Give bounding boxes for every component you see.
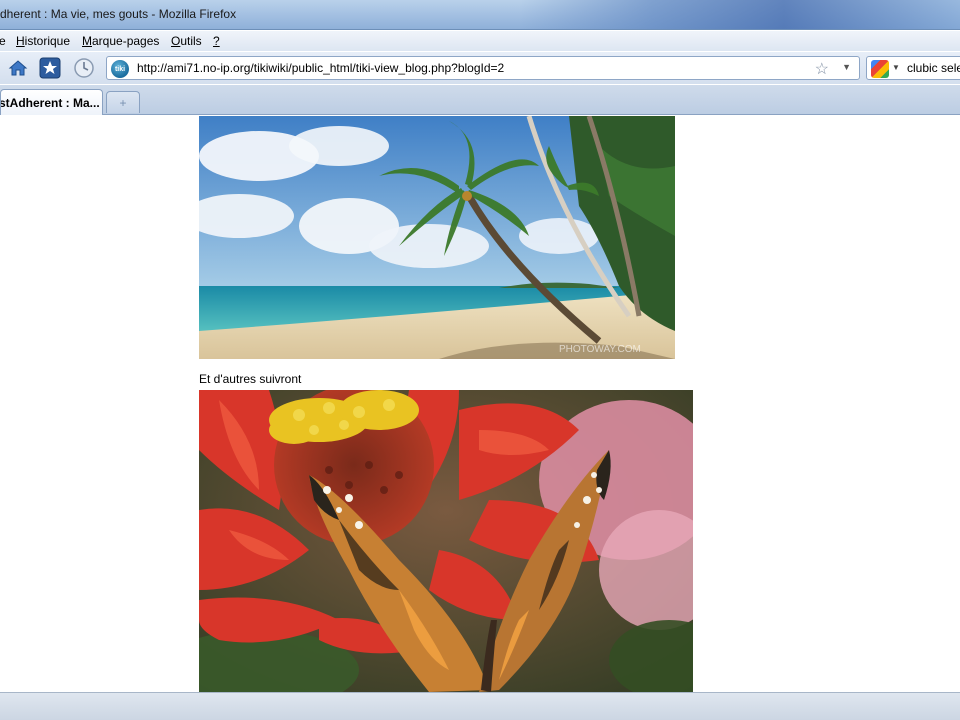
post-caption: Et d'autres suivront	[199, 372, 302, 386]
new-tab-plus-icon: +	[119, 95, 127, 110]
page-content: PHOTOWAY.COM Et d'autres suivront	[0, 116, 960, 692]
menu-item-tools[interactable]: Outils	[171, 34, 202, 48]
home-button[interactable]	[6, 56, 30, 80]
home-icon	[8, 60, 28, 76]
window-title: dherent : Ma vie, mes gouts - Mozilla Fi…	[0, 7, 237, 21]
address-url: http://ami71.no-ip.org/tikiwiki/public_h…	[137, 61, 505, 75]
history-button[interactable]	[72, 56, 96, 80]
tab-strip: stAdherent : Ma... +	[0, 85, 960, 115]
title-bar-glare	[520, 0, 960, 29]
butterfly-photo	[199, 390, 693, 692]
butterfly-image	[199, 390, 693, 692]
window-title-bar[interactable]: dherent : Ma vie, mes gouts - Mozilla Fi…	[0, 0, 960, 30]
navigation-toolbar: tiki http://ami71.no-ip.org/tikiwiki/pub…	[0, 52, 960, 84]
search-bar[interactable]: ▼ clubic sele	[866, 56, 960, 80]
menu-item-history-rest: istorique	[24, 34, 71, 48]
tab-active[interactable]: stAdherent : Ma...	[0, 89, 103, 115]
bookmark-star-icon	[39, 57, 61, 79]
bookmark-button[interactable]	[38, 56, 62, 80]
menu-item-history[interactable]: Historique	[16, 34, 70, 48]
search-engine-dropdown-icon[interactable]: ▼	[892, 63, 900, 72]
menu-item-help[interactable]: ?	[213, 34, 220, 48]
address-bar[interactable]: tiki http://ami71.no-ip.org/tikiwiki/pub…	[106, 56, 860, 80]
menu-item-tools-rest: utils	[180, 34, 202, 48]
menu-item-bookmarks[interactable]: Marque-pages	[82, 34, 159, 48]
new-tab-button[interactable]: +	[106, 91, 140, 113]
tab-active-label: stAdherent : Ma...	[0, 96, 100, 110]
menu-item-bookmarks-rest: arque-pages	[92, 34, 160, 48]
url-dropdown-icon[interactable]: ▼	[842, 62, 851, 72]
status-bar	[0, 692, 960, 720]
search-engine-icon[interactable]	[871, 60, 889, 78]
menu-bar: e Historique Marque-pages Outils ?	[0, 31, 960, 51]
bookmark-page-star-icon[interactable]: ☆	[815, 59, 829, 79]
beach-image: PHOTOWAY.COM	[199, 116, 675, 359]
clock-icon	[74, 58, 94, 78]
photo-watermark: PHOTOWAY.COM	[559, 344, 641, 355]
site-favicon-icon: tiki	[111, 60, 129, 78]
beach-photo: PHOTOWAY.COM	[199, 116, 675, 359]
search-input[interactable]: clubic sele	[907, 61, 960, 75]
menu-item-edit[interactable]: e	[0, 34, 6, 48]
